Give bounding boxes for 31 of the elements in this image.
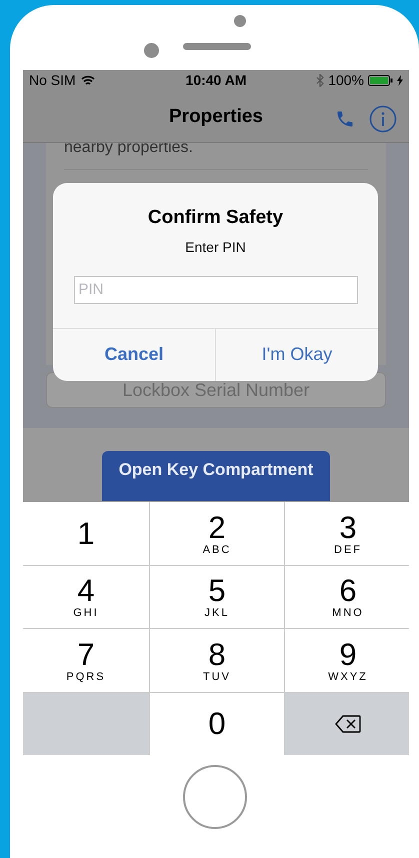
carrier-label: No SIM	[29, 72, 76, 88]
keypad-key[interactable]: 8 TUV	[150, 629, 284, 692]
bluetooth-icon	[316, 74, 324, 87]
delete-key[interactable]	[285, 692, 409, 756]
keypad-key[interactable]: 5 JKL	[150, 566, 284, 628]
clock-time: 10:40 AM	[186, 72, 246, 88]
speaker-icon	[183, 43, 251, 50]
pin-field[interactable]: PIN	[74, 276, 358, 304]
camera-icon	[144, 43, 159, 58]
backspace-icon	[335, 715, 361, 734]
nav-title: Properties	[169, 106, 263, 128]
info-icon[interactable]	[369, 105, 397, 134]
keypad-key[interactable]: 0	[150, 692, 284, 756]
alert-button[interactable]: I'm Okay	[215, 328, 378, 381]
keypad-key[interactable]: 7 PQRS	[23, 629, 149, 692]
alert-message: Enter PIN	[185, 238, 246, 255]
keypad-key[interactable]: 3 DEF	[285, 502, 409, 565]
keypad-key[interactable]: 4 GHI	[23, 566, 149, 628]
keypad-key[interactable]: 9 WXYZ	[285, 629, 409, 692]
sensor-icon	[234, 15, 246, 27]
wifi-icon	[80, 74, 95, 86]
keypad-key[interactable]: 1	[23, 502, 149, 565]
battery-icon	[368, 74, 394, 86]
keypad-key[interactable]: 2 ABC	[150, 502, 284, 565]
battery-percent: 100%	[328, 72, 364, 88]
card-text: nearby properties.	[64, 139, 368, 170]
open-key-compartment-button[interactable]: Open Key Compartment	[102, 451, 330, 502]
phone-icon[interactable]	[335, 109, 355, 130]
alert-title: Confirm Safety	[148, 206, 284, 229]
keypad-key[interactable]: 6 MNO	[285, 566, 409, 628]
charging-bolt-icon	[397, 74, 404, 86]
